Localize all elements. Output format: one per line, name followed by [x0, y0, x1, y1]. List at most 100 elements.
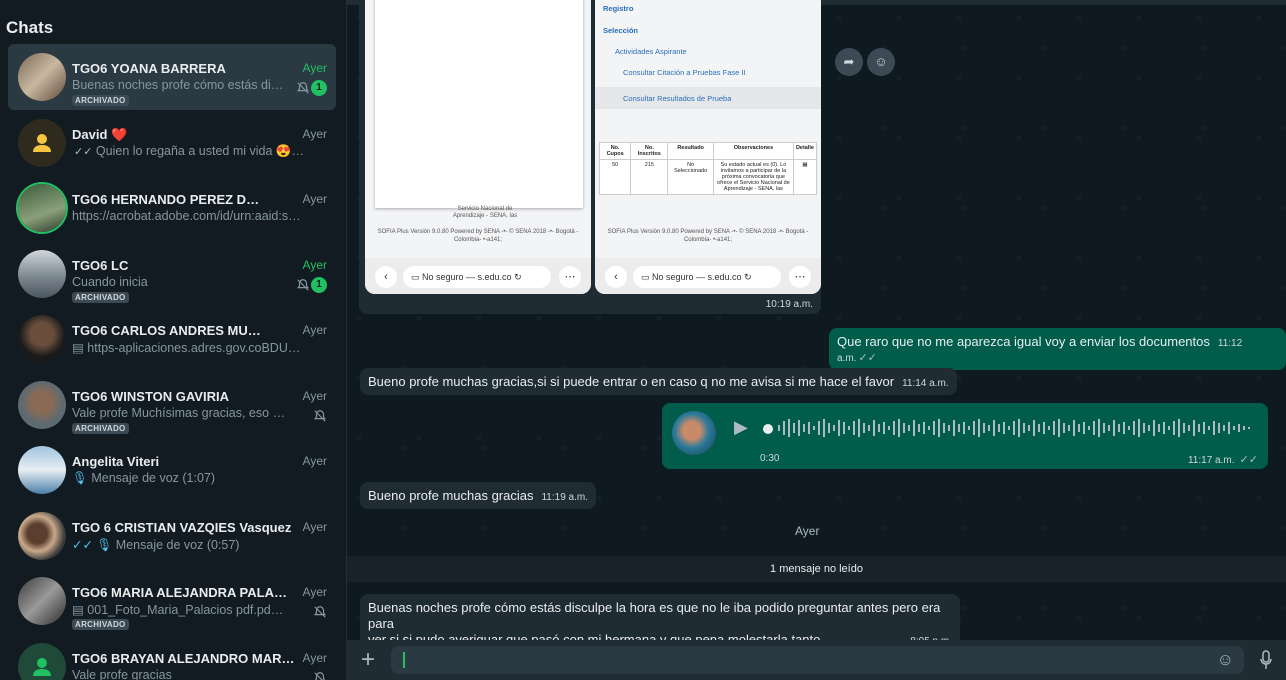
table-header: No. Inscritos — [630, 142, 669, 160]
attach-plus-icon[interactable]: + — [361, 648, 375, 672]
sidebar-title: Chats — [6, 18, 54, 37]
more-icon: ⋯ — [789, 266, 811, 288]
incoming-message[interactable]: Bueno profe muchas gracias,si si puede e… — [360, 368, 957, 395]
chat-preview: https://acrobat.adobe.com/id/urn:aaid:sc… — [72, 209, 304, 223]
chat-item-hernando-perez[interactable]: TGO6 HERNANDO PEREZ DIAZ Ayer https://ac… — [8, 175, 336, 241]
chat-preview-row: ▤ 001_Foto_Maria_Palacios pdf.pdf • 1 p.… — [72, 602, 286, 617]
chat-item-maria-palacios[interactable]: TGO6 MARIA ALEJANDRA PALACIOS Ayer ▤ 001… — [8, 568, 336, 634]
chat-time: Ayer — [302, 585, 327, 599]
text-caret — [403, 652, 405, 668]
image-message[interactable]: Servicio Nacional de Aprendizaje - SENA,… — [359, 0, 821, 314]
chat-preview: Quien lo regaña a usted mi vida 😍q... — [95, 143, 304, 158]
outgoing-message[interactable]: Que raro que no me aparezca igual voy a … — [829, 328, 1286, 370]
message-text: Que raro que no me aparezca igual voy a … — [837, 334, 1210, 349]
chat-name: TGO6 BRAYAN ALEJANDRO MARTI... — [72, 650, 296, 666]
chat-name: TGO6 MARIA ALEJANDRA PALACIOS — [72, 585, 296, 600]
chat-name: Angelita Viteri — [72, 454, 160, 469]
message-time: 11:17 a.m. — [1187, 455, 1235, 466]
microphone-icon: 🎙 — [72, 471, 88, 485]
chat-item-lc[interactable]: TGO6 LC Ayer Cuando inicia ARCHIVADO 1 — [8, 241, 336, 307]
chat-item-brayan-marti[interactable]: TGO6 BRAYAN ALEJANDRO MARTI... Ayer Vale… — [8, 634, 336, 680]
muted-bell-icon — [296, 82, 310, 94]
microphone-icon[interactable] — [1260, 650, 1272, 670]
avatar — [18, 118, 66, 167]
forward-icon[interactable]: ➦ — [835, 48, 863, 76]
muted-bell-icon — [296, 278, 310, 291]
avatar — [672, 411, 716, 455]
archived-badge: ARCHIVADO — [72, 422, 129, 434]
chat-time: Ayer — [302, 519, 327, 534]
incoming-message[interactable]: Bueno profe muchas gracias 11:19 a.m. — [360, 482, 596, 509]
back-icon: ‹ — [375, 266, 397, 288]
table-cell-detail: ▦ — [792, 159, 818, 195]
screenshot-image-left[interactable]: Servicio Nacional de Aprendizaje - SENA,… — [365, 0, 591, 294]
waveform — [778, 419, 1250, 437]
chat-name: TGO6 CARLOS ANDRES MUÑOZ — [72, 323, 262, 338]
chat-name: David ❤️ — [72, 126, 128, 142]
conversation-pane: Servicio Nacional de Aprendizaje - SENA,… — [347, 0, 1286, 680]
message-time: 11:14 a.m. — [902, 378, 949, 389]
chat-name: TGO6 LC — [72, 257, 129, 273]
message-time: 10:19 a.m. — [765, 299, 813, 310]
chat-item-david[interactable]: David ❤️ Ayer ✓✓ Quien lo regaña a usted… — [8, 110, 336, 176]
menu-consultar-citacion: Consultar Citación a Pruebas Fase II — [623, 68, 746, 77]
screenshot-image-right[interactable]: Registro Selección Actividades Aspirante… — [595, 0, 821, 294]
table-cell: Su estado actual es (0). Lo invitamos a … — [712, 159, 794, 195]
microphone-icon: 🎙 — [96, 537, 113, 552]
muted-bell-icon — [314, 671, 326, 680]
chat-item-carlos-munoz[interactable]: TGO6 CARLOS ANDRES MUÑOZ Ayer ▤ https-ap… — [8, 306, 336, 372]
react-emoji-icon[interactable]: ☺ — [867, 48, 895, 76]
more-icon: ⋯ — [559, 266, 581, 288]
chat-preview: 001_Foto_Maria_Palacios pdf.pdf • 1 p... — [87, 603, 286, 617]
date-divider: Ayer — [795, 524, 820, 538]
table-cell: 215 — [630, 159, 669, 195]
unread-count-badge: 1 — [311, 276, 327, 293]
chat-sidebar: Chats TGO6 YOANA BARRERA Ayer Buenas noc… — [0, 0, 347, 680]
voice-message[interactable]: ▶ 0:30 11:17 a.m. ✓✓ — [662, 403, 1268, 469]
unread-count-badge: 1 — [311, 80, 327, 96]
url-field: ▭ No seguro — s.edu.co ↻ — [403, 266, 551, 288]
unread-divider: 1 mensaje no leído — [347, 556, 1286, 582]
message-input[interactable]: ☺ — [391, 646, 1244, 674]
read-ticks-icon: ✓✓ — [858, 352, 877, 364]
playback-scrubber[interactable] — [763, 424, 773, 434]
avatar — [18, 53, 66, 101]
avatar — [18, 577, 66, 625]
emoji-icon[interactable]: ☺ — [1217, 650, 1234, 670]
chat-preview-row: 🎙 Mensaje de voz (1:07) — [72, 471, 304, 486]
chat-time: Ayer — [302, 650, 327, 665]
chat-item-winston-gaviria[interactable]: TGO6 WINSTON GAVIRIA Ayer Vale profe Muc… — [8, 372, 336, 438]
default-person-icon — [33, 657, 51, 676]
chat-name: TGO 6 CRISTIAN VAZQIES Vasquez — [72, 519, 292, 535]
play-icon[interactable]: ▶ — [734, 417, 748, 438]
chat-preview: Cuando inicia — [72, 274, 148, 289]
browser-bar: ‹ ▭ No seguro — s.edu.co ↻ ⋯ — [595, 258, 821, 294]
archived-badge: ARCHIVADO — [72, 291, 129, 303]
chat-time: Ayer — [302, 126, 327, 141]
menu-consultar-resultados: Consultar Resultados de Prueba — [623, 94, 732, 103]
chat-preview-row: ▤ https-aplicaciones.adres.gov.coBDUA... — [72, 340, 304, 355]
chat-item-cristian-vazqies[interactable]: TGO 6 CRISTIAN VAZQIES Vasquez Ayer ✓✓ 🎙… — [8, 503, 336, 569]
chat-item-angelita-viteri[interactable]: Angelita Viteri Ayer 🎙 Mensaje de voz (1… — [8, 437, 336, 503]
table-header: Resultado — [667, 142, 714, 160]
chat-item-yoana-barrera[interactable]: TGO6 YOANA BARRERA Ayer Buenas noches pr… — [8, 44, 336, 110]
avatar — [18, 249, 66, 298]
voice-duration: 0:30 — [760, 453, 780, 464]
default-person-icon — [33, 133, 51, 152]
chat-preview: Vale profe gracias — [72, 667, 172, 680]
chat-preview: https-aplicaciones.adres.gov.coBDUA... — [87, 341, 304, 355]
chat-preview: Mensaje de voz (1:07) — [91, 471, 216, 485]
message-composer: + ☺ — [347, 640, 1286, 680]
message-text: Bueno profe muchas gracias,si si puede e… — [368, 374, 895, 389]
read-ticks-icon: ✓✓ — [1236, 454, 1258, 466]
avatar — [18, 642, 66, 680]
chat-time: Ayer — [302, 454, 327, 468]
menu-seleccion: Selección — [603, 26, 639, 35]
avatar — [18, 380, 66, 429]
page-footer: SOFIA Plus Versión 9.0.80 Powered by SEN… — [377, 229, 579, 243]
menu-actividades: Actividades Aspirante — [615, 47, 687, 56]
chat-name: TGO6 YOANA BARRERA — [72, 61, 226, 76]
chat-preview: Mensaje de voz (0:57) — [115, 537, 240, 552]
table-header: No. Cupos — [598, 142, 632, 160]
chat-preview: Vale profe Muchísimas gracias, eso era l… — [72, 405, 286, 420]
